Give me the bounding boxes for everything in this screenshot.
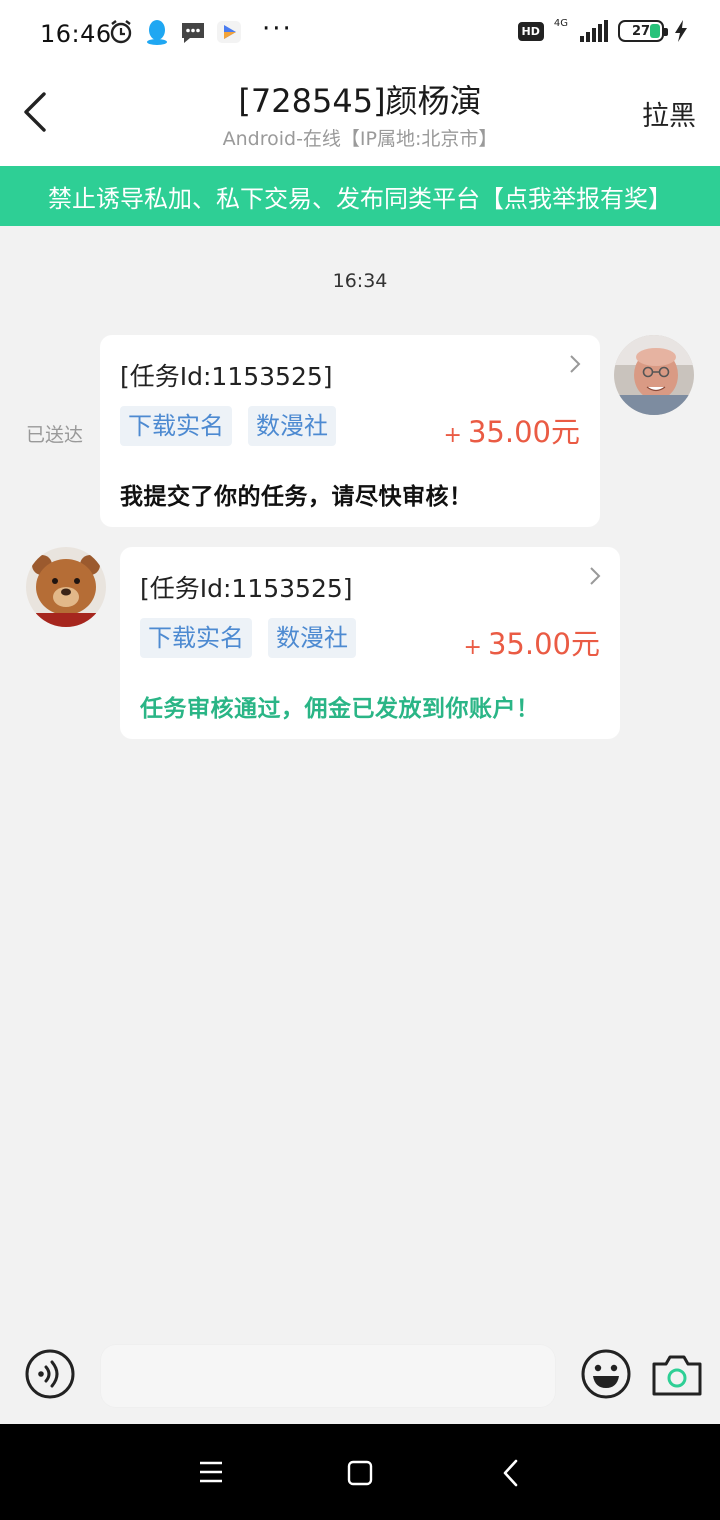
home-icon[interactable] [346, 1459, 374, 1487]
teddy-bear-photo-icon [26, 547, 106, 627]
nav-back-icon[interactable] [500, 1458, 522, 1488]
chat-header: [728545]颜杨演 Android-在线【IP属地:北京市】 拉黑 [0, 68, 720, 166]
task-message-card[interactable]: [任务Id:1153525] 下载实名 数漫社 +35.00元 任务审核通过，佣… [120, 547, 620, 739]
task-tags: 下载实名 数漫社 [120, 406, 336, 446]
contact-avatar[interactable] [26, 547, 106, 627]
network-type: 4G [553, 17, 568, 29]
task-reward: +35.00元 [464, 621, 600, 663]
voice-icon[interactable] [24, 1348, 76, 1400]
user-photo-icon [614, 335, 694, 415]
emoji-icon[interactable] [580, 1348, 632, 1400]
task-tag: 数漫社 [268, 618, 356, 658]
contact-status: Android-在线【IP属地:北京市】 [222, 128, 498, 150]
status-system-icons: HD 4G 27 [517, 17, 688, 42]
menu-icon[interactable] [198, 1459, 224, 1485]
input-bar [0, 1328, 720, 1424]
task-tag: 数漫社 [248, 406, 336, 446]
block-button[interactable]: 拉黑 [642, 94, 696, 133]
task-reward: +35.00元 [444, 409, 580, 451]
status-time: 16:46 [40, 20, 112, 48]
reward-sign: + [463, 635, 482, 660]
reward-amount: 35.00元 [487, 627, 600, 661]
task-tag: 下载实名 [140, 618, 252, 658]
system-nav-bar [0, 1424, 720, 1520]
battery-level: 27 [631, 23, 651, 39]
task-tag: 下载实名 [120, 406, 232, 446]
delivery-status: 已送达 [26, 424, 84, 446]
message-icon [182, 23, 204, 43]
qq-icon [147, 20, 167, 45]
message-text: 我提交了你的任务，请尽快审核！ [120, 484, 473, 510]
alarm-icon [110, 20, 132, 44]
task-tags: 下载实名 数漫社 [140, 618, 356, 658]
video-app-icon [217, 21, 241, 43]
chevron-right-icon [570, 355, 581, 373]
signal-icon [580, 20, 608, 42]
hd-badge: HD [517, 21, 544, 41]
status-bar: 16:46 ··· HD 4G 27 [0, 0, 720, 68]
reward-amount: 35.00元 [467, 415, 580, 449]
chevron-right-icon [590, 567, 601, 585]
task-message-card[interactable]: [任务Id:1153525] 下载实名 数漫社 +35.00元 我提交了你的任务… [100, 335, 600, 527]
charging-icon [675, 20, 687, 42]
task-id: [任务Id:1153525] [120, 362, 333, 391]
camera-icon[interactable] [650, 1352, 704, 1398]
contact-title: [728545]颜杨演 [238, 82, 482, 120]
report-banner[interactable]: 禁止诱导私加、私下交易、发布同类平台【点我举报有奖】 [0, 166, 720, 226]
message-input[interactable] [100, 1344, 556, 1408]
status-more-icon: ··· [262, 14, 293, 44]
task-id: [任务Id:1153525] [140, 574, 353, 603]
message-timestamp: 16:34 [332, 270, 388, 292]
reward-sign: + [443, 423, 462, 448]
my-avatar[interactable] [614, 335, 694, 415]
battery-icon: 27 [618, 20, 668, 42]
status-notification-icons [108, 18, 242, 46]
message-text: 任务审核通过，佣金已发放到你账户！ [140, 696, 540, 722]
